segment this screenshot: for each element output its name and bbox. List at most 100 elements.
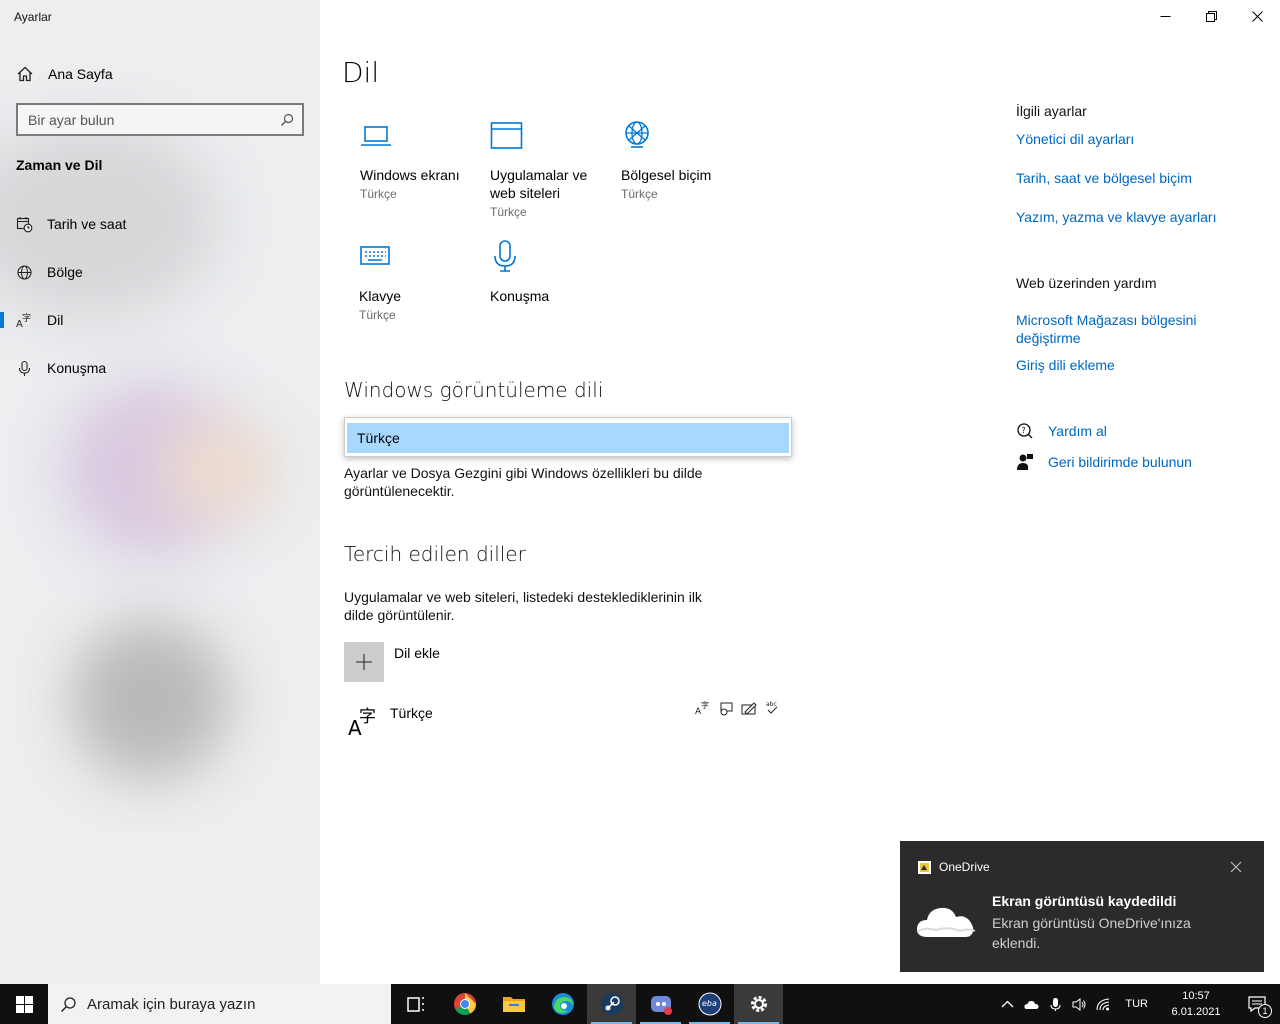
get-help-link[interactable]: ? Yardım al: [1016, 422, 1107, 440]
language-features: A字 abc: [695, 700, 780, 716]
edge-icon: [551, 993, 574, 1015]
tile-label: Uygulamalar ve web siteleri: [490, 167, 588, 201]
close-button[interactable]: [1234, 0, 1280, 32]
sidebar-item-label: Dil: [47, 312, 64, 328]
home-icon: [17, 66, 33, 82]
task-view-button[interactable]: [391, 984, 440, 1024]
toast-close-icon[interactable]: [1230, 861, 1242, 873]
sidebar: Ayarlar Ana Sayfa Zaman ve Dil Tarih ve …: [0, 0, 320, 984]
eba-taskbar-button[interactable]: eba: [685, 984, 734, 1024]
sidebar-item-speech[interactable]: Konuşma: [0, 348, 320, 388]
tile-sub: Türkçe: [621, 187, 658, 201]
taskbar-search-placeholder: Aramak için buraya yazın: [87, 995, 256, 1013]
tile-label: Konuşma: [490, 288, 550, 304]
onedrive-tray-button[interactable]: [1019, 984, 1043, 1024]
eba-icon: eba: [698, 992, 721, 1016]
restore-button[interactable]: [1188, 0, 1234, 32]
minimize-button[interactable]: [1142, 0, 1188, 32]
network-tray-button[interactable]: [1091, 984, 1115, 1024]
chevron-up-icon: [1001, 1000, 1014, 1007]
sidebar-item-label: Konuşma: [47, 360, 107, 376]
file-explorer-taskbar-button[interactable]: [489, 984, 538, 1024]
add-input-language-link[interactable]: Giriş dili ekleme: [1016, 356, 1236, 374]
input-language-indicator[interactable]: TUR: [1115, 998, 1158, 1010]
search-icon[interactable]: [280, 113, 294, 127]
tile-windows-display[interactable]: Windows ekranı Türkçe: [360, 118, 486, 201]
toast-app-name: OneDrive: [939, 860, 990, 874]
chrome-taskbar-button[interactable]: [440, 984, 489, 1024]
svg-text:?: ?: [1022, 426, 1026, 435]
clock-date: 6.01.2021: [1171, 1006, 1221, 1018]
discord-taskbar-button[interactable]: [636, 984, 685, 1024]
system-tray: TUR 10:57 6.01.2021 1: [995, 984, 1280, 1024]
date-time-regional-link[interactable]: Tarih, saat ve bölgesel biçim: [1016, 169, 1236, 187]
settings-search-input[interactable]: [28, 111, 280, 128]
tile-keyboard[interactable]: Klavye Türkçe: [359, 239, 485, 322]
tile-label: Klavye: [359, 288, 402, 304]
settings-search-box[interactable]: [16, 103, 304, 136]
speech-feature-icon: [720, 702, 733, 716]
add-language-box[interactable]: [344, 642, 384, 682]
onedrive-toast[interactable]: OneDrive Ekran görüntüsü kaydedildi Ekra…: [900, 841, 1264, 972]
restore-icon: [1205, 10, 1217, 22]
svg-text:eba: eba: [702, 999, 717, 1008]
window-controls: [1142, 0, 1280, 32]
language-list-item[interactable]: A 字 Türkçe A字 abc: [344, 700, 784, 744]
notification-count-badge: 1: [1258, 1004, 1272, 1018]
microphone-tray-button[interactable]: [1043, 984, 1067, 1024]
spellcheck-feature-icon: abc: [766, 701, 778, 714]
taskbar-search-box[interactable]: Aramak için buraya yazın: [48, 984, 391, 1024]
sidebar-item-date-time[interactable]: Tarih ve saat: [0, 204, 320, 244]
store-region-link[interactable]: Microsoft Mağazası bölgesini değiştirme: [1016, 311, 1216, 347]
home-label: Ana Sayfa: [48, 66, 113, 82]
edge-taskbar-button[interactable]: [538, 984, 587, 1024]
language-name: Türkçe: [390, 705, 433, 721]
display-language-description: Ayarlar ve Dosya Gezgini gibi Windows öz…: [344, 465, 703, 499]
taskbar-clock[interactable]: 10:57 6.01.2021: [1158, 988, 1234, 1020]
background-blur: [70, 620, 230, 780]
steam-icon: [600, 993, 623, 1015]
preferred-languages-heading: Tercih edilen diller: [344, 542, 526, 566]
window-icon: [490, 122, 523, 149]
tile-speech[interactable]: Konuşma: [490, 239, 616, 308]
laptop-icon: [361, 126, 391, 146]
sidebar-item-language[interactable]: A字 Dil: [0, 300, 320, 340]
add-language-label: Dil ekle: [394, 645, 440, 661]
volume-tray-button[interactable]: [1067, 984, 1091, 1024]
add-language-button[interactable]: Dil ekle: [344, 642, 440, 682]
dropdown-option-selected[interactable]: Türkçe: [347, 423, 789, 453]
microphone-icon: [494, 240, 516, 272]
feedback-label: Geri bildirimde bulunun: [1048, 454, 1192, 470]
taskbar: Aramak için buraya yazın eba TUR 10:57 6…: [0, 984, 1280, 1024]
language-icon: A字: [16, 312, 31, 329]
admin-language-settings-link[interactable]: Yönetici dil ayarları: [1016, 130, 1236, 148]
toast-body: Ekran görüntüsü OneDrive'ınıza eklendi.: [992, 915, 1191, 951]
steam-taskbar-button[interactable]: [587, 984, 636, 1024]
feedback-icon: [1017, 454, 1033, 470]
plus-icon: [356, 654, 372, 670]
display-language-dropdown[interactable]: Türkçe: [344, 417, 792, 457]
tile-apps-websites[interactable]: Uygulamalar ve web siteleri Türkçe: [490, 118, 616, 219]
onedrive-app-icon: [918, 860, 931, 874]
tile-sub: Türkçe: [359, 308, 396, 322]
display-language-heading: Windows görüntüleme dili: [344, 378, 604, 402]
web-help-title: Web üzerinden yardım: [1016, 275, 1157, 291]
toast-title: Ekran görüntüsü kaydedildi: [992, 893, 1177, 909]
cloud-icon: [916, 907, 976, 937]
sidebar-item-region[interactable]: Bölge: [0, 252, 320, 292]
start-button[interactable]: [0, 984, 48, 1024]
clock-time: 10:57: [1182, 990, 1210, 1002]
section-title: Zaman ve Dil: [16, 157, 103, 173]
show-hidden-icons-button[interactable]: [995, 984, 1019, 1024]
home-nav-item[interactable]: Ana Sayfa: [16, 62, 113, 86]
feedback-link[interactable]: Geri bildirimde bulunun: [1016, 453, 1192, 471]
sidebar-item-label: Tarih ve saat: [47, 216, 127, 232]
microphone-icon: [1050, 997, 1061, 1011]
close-icon: [1251, 10, 1263, 22]
tile-label: Windows ekranı: [360, 167, 460, 183]
spelling-typing-keyboard-link[interactable]: Yazım, yazma ve klavye ayarları: [1016, 208, 1236, 226]
action-center-button[interactable]: 1: [1234, 984, 1280, 1024]
settings-taskbar-button[interactable]: [734, 984, 783, 1024]
preferred-languages-description: Uygulamalar ve web siteleri, listedeki d…: [344, 589, 702, 623]
tile-regional-format[interactable]: Bölgesel biçim Türkçe: [621, 118, 747, 201]
